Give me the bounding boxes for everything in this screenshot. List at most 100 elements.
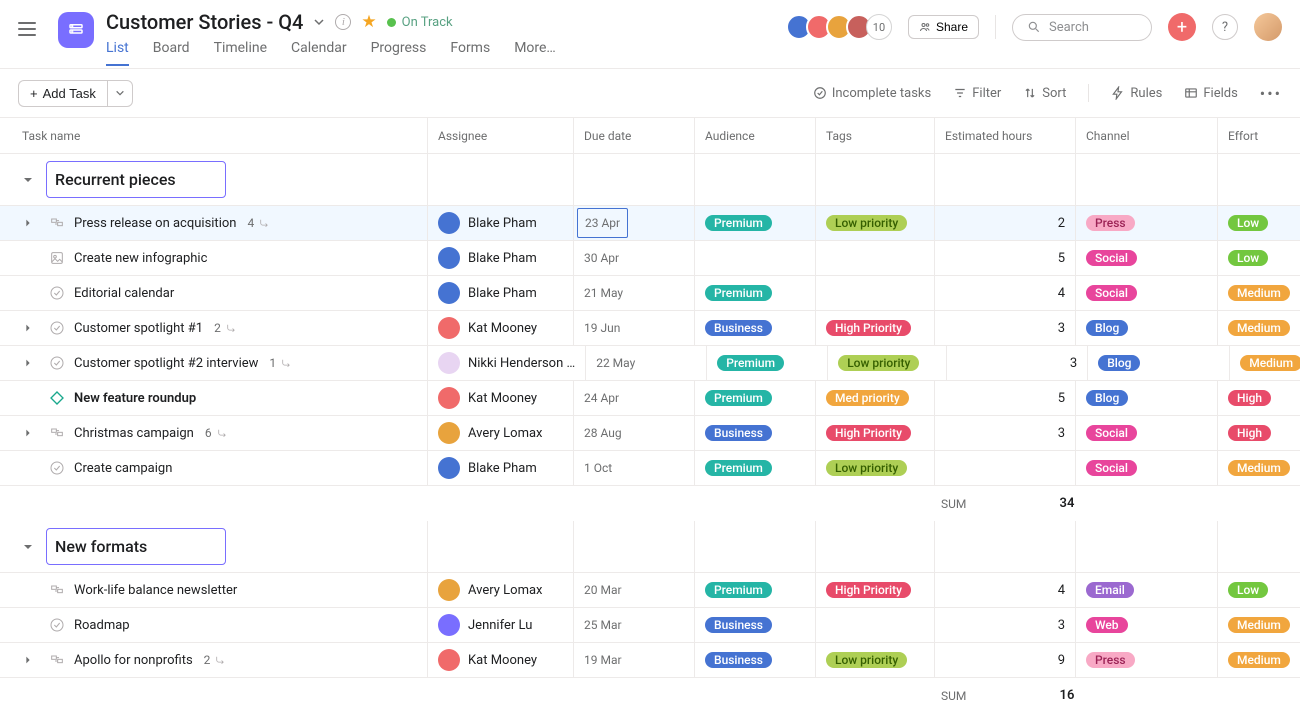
due-date[interactable]: 20 Mar (584, 583, 622, 597)
task-name[interactable]: Create new infographic (74, 251, 207, 266)
estimated-hours[interactable]: 3 (1058, 618, 1065, 633)
channel-pill[interactable]: Social (1086, 425, 1137, 441)
task-name[interactable]: Customer spotlight #1 (74, 321, 203, 336)
assignee-name[interactable]: Avery Lomax (468, 426, 543, 441)
add-task-button[interactable]: + Add Task (18, 80, 107, 107)
estimated-hours[interactable]: 9 (1058, 653, 1065, 668)
due-date[interactable]: 19 Mar (584, 653, 622, 667)
task-row[interactable]: New feature roundup Kat Mooney 24 Apr Pr… (0, 381, 1300, 416)
task-row[interactable]: Roadmap Jennifer Lu 25 Mar Business 3 We… (0, 608, 1300, 643)
due-date[interactable]: 28 Aug (584, 426, 622, 440)
assignee-avatar[interactable] (438, 457, 460, 479)
col-effort[interactable]: Effort (1217, 118, 1300, 153)
estimated-hours[interactable]: 3 (1058, 321, 1065, 336)
task-name[interactable]: Editorial calendar (74, 286, 174, 301)
fields-button[interactable]: Fields (1184, 86, 1237, 101)
channel-pill[interactable]: Social (1086, 250, 1137, 266)
more-actions-button[interactable]: ••• (1260, 84, 1282, 103)
due-date[interactable]: 23 Apr (577, 208, 628, 238)
channel-pill[interactable]: Email (1086, 582, 1134, 598)
tag-pill[interactable]: Low priority (838, 355, 919, 371)
estimated-hours[interactable]: 4 (1058, 583, 1065, 598)
expand-icon[interactable] (22, 655, 34, 665)
audience-pill[interactable]: Business (705, 617, 772, 633)
global-add-button[interactable]: + (1168, 13, 1196, 41)
audience-pill[interactable]: Premium (705, 215, 772, 231)
estimated-hours[interactable]: 4 (1058, 286, 1065, 301)
assignee-avatar[interactable] (438, 422, 460, 444)
channel-pill[interactable]: Blog (1086, 320, 1128, 336)
expand-icon[interactable] (22, 358, 34, 368)
effort-pill[interactable]: Low (1228, 582, 1268, 598)
assignee-avatar[interactable] (438, 212, 460, 234)
task-row[interactable]: Create new infographic Blake Pham 30 Apr… (0, 241, 1300, 276)
section-name-input[interactable]: Recurrent pieces (46, 161, 226, 198)
task-row[interactable]: Christmas campaign 6 Avery Lomax 28 Aug … (0, 416, 1300, 451)
section-header[interactable]: Recurrent pieces (0, 154, 1300, 206)
col-assignee[interactable]: Assignee (427, 118, 573, 153)
assignee-name[interactable]: Kat Mooney (468, 653, 537, 668)
channel-pill[interactable]: Blog (1086, 390, 1128, 406)
collapse-icon[interactable] (22, 174, 36, 186)
task-name[interactable]: Roadmap (74, 618, 130, 633)
avatar-overflow-count[interactable]: 10 (866, 14, 892, 40)
share-button[interactable]: Share (908, 15, 979, 39)
assignee-avatar[interactable] (438, 282, 460, 304)
estimated-hours[interactable]: 3 (1058, 426, 1065, 441)
expand-icon[interactable] (22, 428, 34, 438)
tag-pill[interactable]: High Priority (826, 582, 911, 598)
collapse-icon[interactable] (22, 541, 36, 553)
assignee-avatar[interactable] (438, 387, 460, 409)
channel-pill[interactable]: Blog (1098, 355, 1140, 371)
tag-pill[interactable]: Low priority (826, 652, 907, 668)
effort-pill[interactable]: Medium (1228, 617, 1290, 633)
task-name[interactable]: Create campaign (74, 461, 172, 476)
assignee-name[interactable]: Blake Pham (468, 461, 537, 476)
col-estimated-hours[interactable]: Estimated hours (934, 118, 1075, 153)
audience-pill[interactable]: Business (705, 425, 772, 441)
section-header[interactable]: New formats (0, 521, 1300, 573)
channel-pill[interactable]: Press (1086, 652, 1135, 668)
info-icon[interactable]: i (335, 14, 351, 30)
tab-progress[interactable]: Progress (371, 40, 427, 66)
section-name-input[interactable]: New formats (46, 528, 226, 565)
task-row[interactable]: Press release on acquisition 4 Blake Pha… (0, 206, 1300, 241)
task-name[interactable]: New feature roundup (74, 391, 196, 406)
channel-pill[interactable]: Press (1086, 215, 1135, 231)
task-row[interactable]: Apollo for nonprofits 2 Kat Mooney 19 Ma… (0, 643, 1300, 678)
assignee-avatar[interactable] (438, 579, 460, 601)
col-channel[interactable]: Channel (1075, 118, 1217, 153)
tab-calendar[interactable]: Calendar (291, 40, 347, 66)
assignee-avatar[interactable] (438, 614, 460, 636)
due-date[interactable]: 24 Apr (584, 391, 619, 405)
star-icon[interactable]: ★ (361, 12, 376, 32)
tag-pill[interactable]: Med priority (826, 390, 909, 406)
col-tags[interactable]: Tags (815, 118, 934, 153)
task-row[interactable]: Customer spotlight #2 interview 1 Nikki … (0, 346, 1300, 381)
sort-button[interactable]: Sort (1023, 86, 1066, 101)
expand-icon[interactable] (22, 323, 34, 333)
effort-pill[interactable]: Low (1228, 215, 1268, 231)
assignee-name[interactable]: Kat Mooney (468, 321, 537, 336)
tab-forms[interactable]: Forms (450, 40, 490, 66)
assignee-avatar[interactable] (438, 352, 460, 374)
assignee-name[interactable]: Kat Mooney (468, 391, 537, 406)
user-avatar[interactable] (1254, 13, 1282, 41)
audience-pill[interactable]: Premium (717, 355, 784, 371)
project-title[interactable]: Customer Stories - Q4 (106, 10, 303, 34)
task-name[interactable]: Customer spotlight #2 interview (74, 356, 258, 371)
due-date[interactable]: 19 Jun (584, 321, 620, 335)
search-input[interactable]: Search (1012, 14, 1152, 41)
assignee-avatar[interactable] (438, 247, 460, 269)
assignee-avatar[interactable] (438, 317, 460, 339)
tag-pill[interactable]: Low priority (826, 460, 907, 476)
effort-pill[interactable]: High (1228, 425, 1271, 441)
estimated-hours[interactable]: 5 (1058, 391, 1065, 406)
audience-pill[interactable]: Premium (705, 582, 772, 598)
audience-pill[interactable]: Business (705, 320, 772, 336)
due-date[interactable]: 25 Mar (584, 618, 622, 632)
col-audience[interactable]: Audience (694, 118, 815, 153)
due-date[interactable]: 30 Apr (584, 251, 619, 265)
estimated-hours[interactable]: 2 (1058, 216, 1065, 231)
task-name[interactable]: Press release on acquisition (74, 216, 236, 231)
